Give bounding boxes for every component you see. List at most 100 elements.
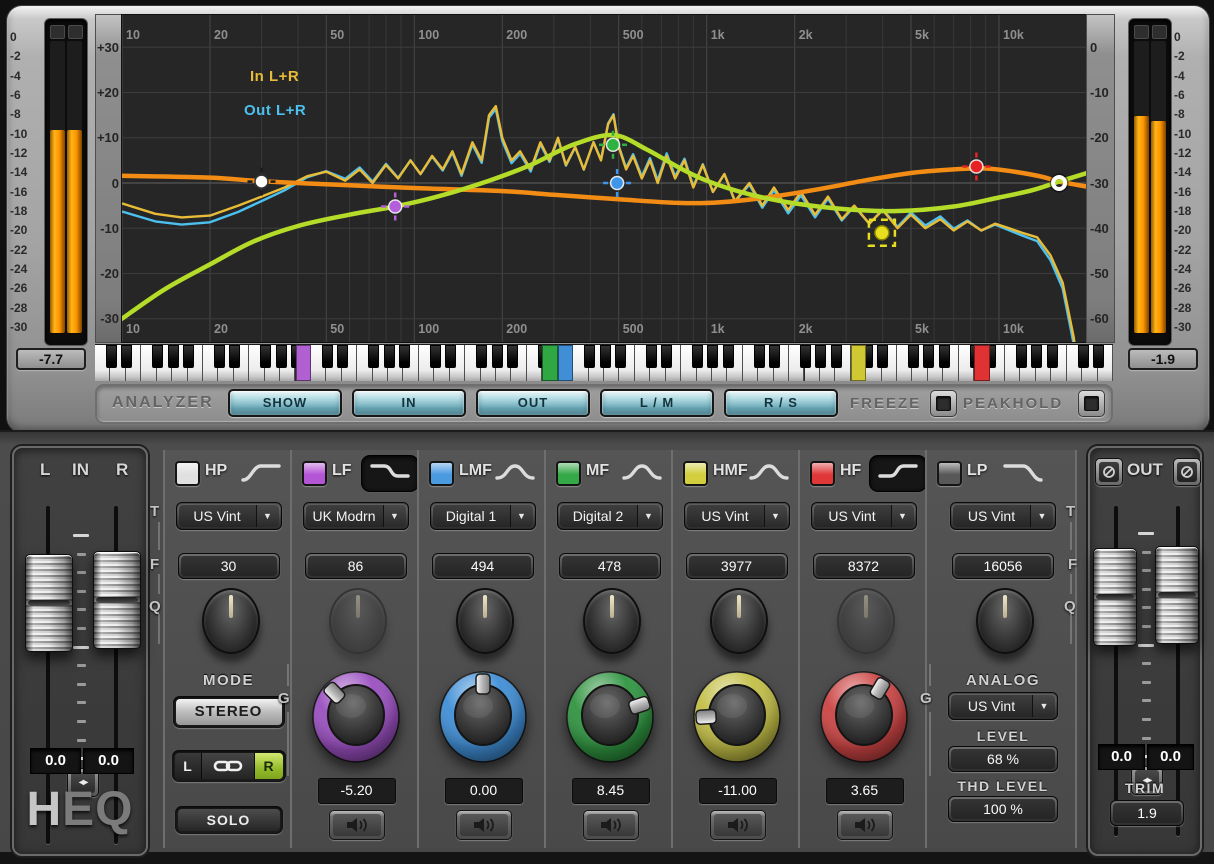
piano-key-black[interactable] bbox=[430, 345, 441, 368]
solo-button[interactable]: SOLO bbox=[178, 809, 280, 831]
piano-key-black[interactable] bbox=[168, 345, 179, 368]
piano-key-black[interactable] bbox=[152, 345, 163, 368]
piano-key-black[interactable] bbox=[754, 345, 765, 368]
piano-key-black[interactable] bbox=[923, 345, 934, 368]
piano-key-black[interactable] bbox=[445, 345, 456, 368]
piano-key-black[interactable] bbox=[800, 345, 811, 368]
lf-listen-button[interactable] bbox=[329, 810, 385, 840]
keyboard-strip[interactable] bbox=[95, 344, 1113, 381]
lp-enable-chip[interactable] bbox=[937, 461, 962, 486]
piano-key-black[interactable] bbox=[600, 345, 611, 368]
piano-key-black[interactable] bbox=[322, 345, 333, 368]
trim-value[interactable]: 1.9 bbox=[1110, 800, 1184, 826]
piano-key-black[interactable] bbox=[769, 345, 780, 368]
piano-key-black[interactable] bbox=[908, 345, 919, 368]
lmf-enable-chip[interactable] bbox=[429, 461, 454, 486]
piano-key-black[interactable] bbox=[337, 345, 348, 368]
hf-filter-shape-icon[interactable] bbox=[870, 456, 926, 491]
right-channel-button[interactable]: R bbox=[255, 753, 283, 779]
analog-type-select[interactable]: US Vint▼ bbox=[948, 692, 1058, 720]
lmf-filter-shape-icon[interactable] bbox=[495, 460, 535, 489]
piano-key-hf-marker[interactable] bbox=[974, 345, 989, 381]
piano-key-hmf-marker[interactable] bbox=[851, 345, 866, 381]
piano-key-black[interactable] bbox=[276, 345, 287, 368]
hmf-frequency-value[interactable]: 3977 bbox=[686, 553, 788, 579]
link-channels-button[interactable] bbox=[201, 753, 255, 779]
lmf-listen-button[interactable] bbox=[456, 810, 512, 840]
lmf-frequency-value[interactable]: 494 bbox=[432, 553, 534, 579]
lf-q-knob[interactable] bbox=[329, 588, 387, 654]
lf-gain-knob[interactable] bbox=[308, 664, 404, 768]
piano-key-black[interactable] bbox=[476, 345, 487, 368]
hmf-q-knob[interactable] bbox=[710, 588, 768, 654]
input-gain-left-value[interactable]: 0.0 bbox=[30, 748, 81, 774]
hp-filter-shape-icon[interactable] bbox=[241, 460, 281, 489]
freeze-button[interactable] bbox=[930, 390, 957, 417]
hmf-enable-chip[interactable] bbox=[683, 461, 708, 486]
lf-gain-value[interactable]: -5.20 bbox=[318, 778, 396, 804]
output-gain-left-value[interactable]: 0.0 bbox=[1098, 744, 1145, 770]
analyzer-lm-button[interactable]: L / M bbox=[600, 389, 714, 417]
analyzer-rs-button[interactable]: R / S bbox=[724, 389, 838, 417]
piano-key-mf-marker[interactable] bbox=[542, 345, 557, 381]
hmf-gain-value[interactable]: -11.00 bbox=[699, 778, 777, 804]
mf-type-select[interactable]: Digital 2▼ bbox=[557, 502, 663, 530]
piano-key-black[interactable] bbox=[615, 345, 626, 368]
piano-key-black[interactable] bbox=[121, 345, 132, 368]
lmf-q-knob[interactable] bbox=[456, 588, 514, 654]
piano-key-black[interactable] bbox=[646, 345, 657, 368]
hp-frequency-value[interactable]: 30 bbox=[178, 553, 280, 579]
piano-key-black[interactable] bbox=[815, 345, 826, 368]
output-phase-right-button[interactable] bbox=[1173, 458, 1201, 486]
lmf-gain-knob[interactable] bbox=[435, 664, 531, 768]
piano-key-black[interactable] bbox=[183, 345, 194, 368]
lp-q-knob[interactable] bbox=[976, 588, 1034, 654]
hmf-gain-knob[interactable] bbox=[689, 664, 785, 768]
lp-frequency-value[interactable]: 16056 bbox=[952, 553, 1054, 579]
piano-key-black[interactable] bbox=[723, 345, 734, 368]
input-fader-left[interactable] bbox=[25, 554, 73, 652]
input-fader-right[interactable] bbox=[93, 551, 141, 649]
piano-key-black[interactable] bbox=[399, 345, 410, 368]
piano-key-black[interactable] bbox=[507, 345, 518, 368]
lmf-type-select[interactable]: Digital 1▼ bbox=[430, 502, 536, 530]
piano-key-black[interactable] bbox=[1016, 345, 1027, 368]
output-fader-right[interactable] bbox=[1155, 546, 1199, 644]
output-fader-left[interactable] bbox=[1093, 548, 1137, 646]
piano-key-black[interactable] bbox=[1047, 345, 1058, 368]
hmf-type-select[interactable]: US Vint▼ bbox=[684, 502, 790, 530]
piano-key-black[interactable] bbox=[214, 345, 225, 368]
lp-filter-shape-icon[interactable] bbox=[1003, 460, 1043, 489]
piano-key-black[interactable] bbox=[106, 345, 117, 368]
input-meter-readout[interactable]: -7.7 bbox=[16, 348, 86, 370]
mf-frequency-value[interactable]: 478 bbox=[559, 553, 661, 579]
piano-key-black[interactable] bbox=[1078, 345, 1089, 368]
stereo-mode-button[interactable]: STEREO bbox=[173, 696, 285, 728]
eq-graph[interactable]: 1010202050501001002002005005001k1k2k2k5k… bbox=[121, 14, 1088, 343]
mf-filter-shape-icon[interactable] bbox=[622, 460, 662, 489]
analog-thd-value[interactable]: 100 % bbox=[948, 796, 1058, 822]
piano-key-lf-marker[interactable] bbox=[296, 345, 311, 381]
mf-listen-button[interactable] bbox=[583, 810, 639, 840]
piano-key-black[interactable] bbox=[492, 345, 503, 368]
input-gain-right-value[interactable]: 0.0 bbox=[83, 748, 134, 774]
hf-q-knob[interactable] bbox=[837, 588, 895, 654]
output-gain-right-value[interactable]: 0.0 bbox=[1147, 744, 1194, 770]
piano-key-black[interactable] bbox=[1093, 345, 1104, 368]
piano-key-black[interactable] bbox=[692, 345, 703, 368]
piano-key-black[interactable] bbox=[831, 345, 842, 368]
hf-enable-chip[interactable] bbox=[810, 461, 835, 486]
piano-key-black[interactable] bbox=[1031, 345, 1042, 368]
peakhold-button[interactable] bbox=[1078, 390, 1105, 417]
piano-key-black[interactable] bbox=[260, 345, 271, 368]
mf-enable-chip[interactable] bbox=[556, 461, 581, 486]
mf-q-knob[interactable] bbox=[583, 588, 641, 654]
piano-key-black[interactable] bbox=[229, 345, 240, 368]
analog-level-value[interactable]: 68 % bbox=[948, 746, 1058, 772]
lf-type-select[interactable]: UK Modrn▼ bbox=[303, 502, 409, 530]
mf-gain-knob[interactable] bbox=[562, 664, 658, 768]
piano-key-black[interactable] bbox=[368, 345, 379, 368]
piano-key-black[interactable] bbox=[584, 345, 595, 368]
piano-key-black[interactable] bbox=[384, 345, 395, 368]
lmf-gain-value[interactable]: 0.00 bbox=[445, 778, 523, 804]
